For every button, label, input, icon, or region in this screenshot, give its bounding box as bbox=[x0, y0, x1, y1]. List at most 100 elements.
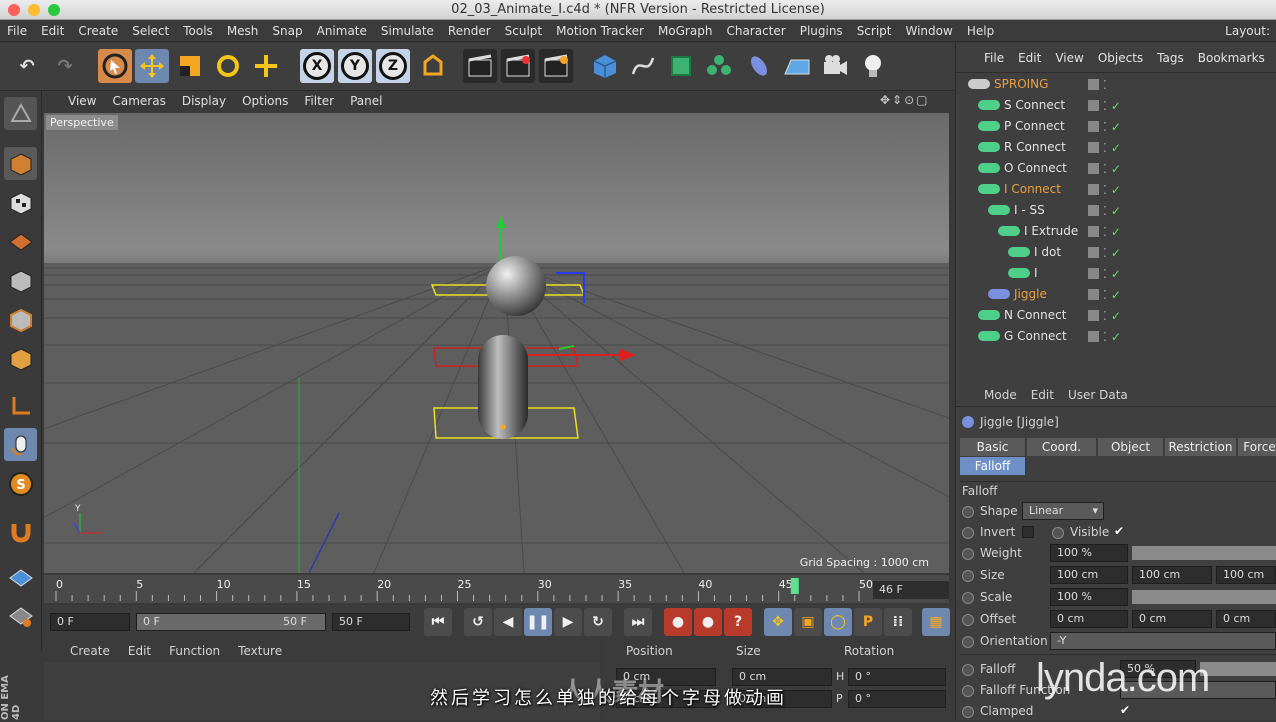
viewport-menu-view[interactable]: View bbox=[68, 94, 96, 108]
object-row[interactable]: I Connect ⁚ ✓ bbox=[956, 179, 1276, 200]
enabled-check-icon[interactable]: ✓ bbox=[1111, 141, 1121, 155]
enabled-check-icon[interactable]: ✓ bbox=[1111, 225, 1121, 239]
visible-checkbox[interactable]: ✔ bbox=[1114, 524, 1124, 538]
visibility-dots-icon[interactable]: ⁚ bbox=[1103, 330, 1107, 344]
menu-render[interactable]: Render bbox=[441, 24, 498, 38]
menu-tools[interactable]: Tools bbox=[176, 24, 220, 38]
visibility-dots-icon[interactable]: ⁚ bbox=[1103, 246, 1107, 260]
keyframe-selection-icon[interactable]: ? bbox=[724, 608, 752, 636]
menu-create[interactable]: Create bbox=[71, 24, 125, 38]
points-mode-icon[interactable] bbox=[4, 264, 37, 297]
planar-workplane-icon[interactable] bbox=[4, 599, 37, 632]
autokeying-icon[interactable]: ● bbox=[694, 608, 722, 636]
timeline-playhead[interactable] bbox=[790, 578, 799, 594]
camera-label[interactable]: Perspective bbox=[46, 115, 118, 130]
next-frame-icon[interactable]: ▶ bbox=[554, 608, 582, 636]
deformer-icon[interactable] bbox=[742, 49, 776, 83]
pause-icon[interactable]: ❚❚ bbox=[524, 608, 552, 636]
object-row[interactable]: R Connect ⁚ ✓ bbox=[956, 137, 1276, 158]
layer-icon[interactable] bbox=[1088, 331, 1099, 342]
axis-mode-icon[interactable] bbox=[4, 389, 37, 422]
layer-icon[interactable] bbox=[1088, 268, 1099, 279]
go-to-start-icon[interactable]: ⏮ bbox=[424, 608, 452, 636]
enabled-check-icon[interactable]: ✓ bbox=[1111, 330, 1121, 344]
enabled-check-icon[interactable]: ✓ bbox=[1111, 267, 1121, 281]
attribute-menu-edit[interactable]: Edit bbox=[1031, 388, 1054, 402]
object-row[interactable]: S Connect ⁚ ✓ bbox=[956, 95, 1276, 116]
frame-range-slider[interactable]: 0 F 50 F bbox=[136, 613, 326, 631]
move-tool-icon[interactable] bbox=[135, 49, 169, 83]
menu-sculpt[interactable]: Sculpt bbox=[498, 24, 549, 38]
viewport-menu-filter[interactable]: Filter bbox=[304, 94, 334, 108]
enabled-check-icon[interactable]: ✓ bbox=[1111, 246, 1121, 260]
object-menu-edit[interactable]: Edit bbox=[1018, 51, 1041, 65]
previous-key-icon[interactable]: ↺ bbox=[464, 608, 492, 636]
layer-icon[interactable] bbox=[1088, 163, 1099, 174]
start-frame-field[interactable]: 0 F bbox=[50, 613, 130, 631]
layer-icon[interactable] bbox=[1088, 289, 1099, 300]
y-axis-lock-button[interactable]: Y bbox=[338, 49, 372, 83]
visibility-dots-icon[interactable]: ⁚ bbox=[1103, 267, 1107, 281]
invert-checkbox[interactable] bbox=[1022, 526, 1034, 538]
menu-animate[interactable]: Animate bbox=[310, 24, 374, 38]
viewport-navigation-icons[interactable]: ✥⇕⊙▢ bbox=[880, 93, 930, 107]
layer-icon[interactable] bbox=[1088, 100, 1099, 111]
recent-tools-icon[interactable] bbox=[249, 49, 283, 83]
object-menu-bookmarks[interactable]: Bookmarks bbox=[1198, 51, 1265, 65]
model-mode-icon[interactable] bbox=[4, 147, 37, 180]
zoom-window-button[interactable] bbox=[48, 4, 60, 16]
menu-motion-tracker[interactable]: Motion Tracker bbox=[549, 24, 651, 38]
visibility-dots-icon[interactable]: ⁚ bbox=[1103, 120, 1107, 134]
scale-tool-icon[interactable] bbox=[173, 49, 207, 83]
tab-falloff[interactable]: Falloff bbox=[960, 457, 1026, 475]
tab-basic[interactable]: Basic bbox=[960, 438, 1026, 456]
object-row[interactable]: P Connect ⁚ ✓ bbox=[956, 116, 1276, 137]
falloff-slider[interactable] bbox=[1200, 662, 1276, 676]
z-axis-lock-button[interactable]: Z bbox=[376, 49, 410, 83]
timeline-ruler[interactable]: 0 5 10 15 20 25 30 35 40 45 50 bbox=[44, 575, 949, 603]
material-menu-function[interactable]: Function bbox=[169, 644, 220, 658]
camera-icon[interactable] bbox=[818, 49, 852, 83]
object-row[interactable]: I ⁚ ✓ bbox=[956, 263, 1276, 284]
light-icon[interactable] bbox=[856, 49, 890, 83]
visibility-dots-icon[interactable]: ⁚ bbox=[1103, 204, 1107, 218]
texture-mode-icon[interactable] bbox=[4, 186, 37, 219]
layer-icon[interactable] bbox=[1088, 205, 1099, 216]
make-editable-icon[interactable] bbox=[4, 97, 37, 130]
visibility-dots-icon[interactable]: ⁚ bbox=[1103, 309, 1107, 323]
floor-icon[interactable] bbox=[780, 49, 814, 83]
visibility-dots-icon[interactable]: ⁚ bbox=[1103, 162, 1107, 176]
close-window-button[interactable] bbox=[8, 4, 20, 16]
menu-edit[interactable]: Edit bbox=[34, 24, 71, 38]
enabled-check-icon[interactable]: ✓ bbox=[1111, 120, 1121, 134]
menu-file[interactable]: File bbox=[0, 24, 34, 38]
visibility-dots-icon[interactable]: ⁚ bbox=[1103, 225, 1107, 239]
offset-z-field[interactable]: 0 cm bbox=[1216, 610, 1276, 628]
object-row[interactable]: I dot ⁚ ✓ bbox=[956, 242, 1276, 263]
spline-pen-icon[interactable] bbox=[626, 49, 660, 83]
edges-mode-icon[interactable] bbox=[4, 303, 37, 336]
size-z-attr-field[interactable]: 100 cm bbox=[1216, 566, 1276, 584]
visibility-dots-icon[interactable]: ⁚ bbox=[1103, 183, 1107, 197]
parameter-key-icon[interactable]: P bbox=[854, 608, 882, 636]
rotate-tool-icon[interactable] bbox=[211, 49, 245, 83]
material-menu-create[interactable]: Create bbox=[70, 644, 110, 658]
viewport-scene[interactable]: Y bbox=[44, 113, 949, 573]
rotation-h-field[interactable]: 0 ° bbox=[848, 668, 946, 686]
snap-icon[interactable]: S bbox=[4, 467, 37, 500]
layer-icon[interactable] bbox=[1088, 184, 1099, 195]
current-frame-field[interactable]: 46 F bbox=[873, 581, 949, 599]
enabled-check-icon[interactable]: ✓ bbox=[1111, 204, 1121, 218]
viewport-menu-panel[interactable]: Panel bbox=[350, 94, 382, 108]
x-axis-lock-button[interactable]: X bbox=[300, 49, 334, 83]
layer-icon[interactable] bbox=[1088, 142, 1099, 153]
timeline-window-icon[interactable]: ▦ bbox=[922, 608, 950, 636]
magnet-icon[interactable] bbox=[4, 514, 37, 547]
object-row[interactable]: I - SS ⁚ ✓ bbox=[956, 200, 1276, 221]
end-frame-field[interactable]: 50 F bbox=[332, 613, 410, 631]
layer-icon[interactable] bbox=[1088, 247, 1099, 258]
layer-icon[interactable] bbox=[1088, 79, 1099, 90]
viewport-menu-options[interactable]: Options bbox=[242, 94, 288, 108]
enabled-check-icon[interactable]: ✓ bbox=[1111, 162, 1121, 176]
layout-label[interactable]: Layout: bbox=[1225, 24, 1270, 38]
